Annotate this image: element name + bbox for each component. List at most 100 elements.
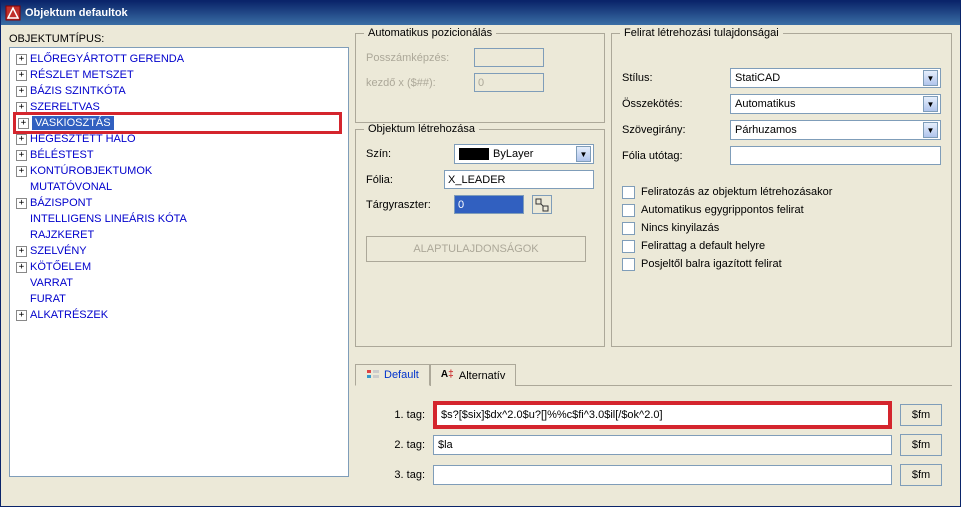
tree-item-label: VASKIOSZTÁS [32, 116, 114, 130]
tree-item[interactable]: MUTATÓVONAL [16, 179, 342, 195]
tag3-input[interactable] [433, 465, 892, 485]
group-annotation-props: Felirat létrehozási tulajdonságai Stílus… [611, 33, 952, 347]
tree-item[interactable]: +BÁZISPONT [16, 195, 342, 211]
tree-item[interactable]: INTELLIGENS LINEÁRIS KÓTA [16, 211, 342, 227]
tree-item-label: SZELVÉNY [30, 245, 87, 257]
chevron-down-icon: ▼ [576, 146, 591, 162]
tree-item-label: ELŐREGYÁRTOTT GERENDA [30, 53, 184, 65]
tab-strip: Default A‡ Alternatív [355, 363, 952, 386]
osnap-input[interactable] [454, 195, 524, 214]
layer-suffix-label: Fólia utótag: [622, 150, 722, 162]
tree-item-label: BÁZIS SZINTKÓTA [30, 85, 126, 97]
tree-item[interactable]: +RÉSZLET METSZET [16, 67, 342, 83]
window-title: Objektum defaultok [25, 7, 128, 19]
expand-icon[interactable]: + [16, 86, 27, 97]
properties-icon [366, 368, 380, 382]
expand-icon[interactable]: + [18, 118, 29, 129]
tree-item-label: BÁZISPONT [30, 197, 92, 209]
osnap-label: Tárgyraszter: [366, 199, 446, 211]
expand-icon[interactable]: + [16, 166, 27, 177]
tree-item-label: FURAT [30, 293, 66, 305]
expand-icon[interactable]: + [16, 150, 27, 161]
checkbox[interactable] [622, 186, 635, 199]
pos-format-label: Posszámképzés: [366, 52, 466, 64]
tree-item[interactable]: FURAT [16, 291, 342, 307]
layer-label: Fólia: [366, 174, 436, 186]
tree-item[interactable]: +ELŐREGYÁRTOTT GERENDA [16, 51, 342, 67]
tag1-input[interactable] [433, 401, 892, 429]
tree-item[interactable]: RAJZKERET [16, 227, 342, 243]
tree-item-label: INTELLIGENS LINEÁRIS KÓTA [30, 213, 187, 225]
tag1-fm-button[interactable]: $fm [900, 404, 942, 426]
text-icon: A‡ [441, 369, 455, 383]
tree-item[interactable]: +KONTÚROBJEKTUMOK [16, 163, 342, 179]
tree-item-label: BÉLÉSTEST [30, 149, 94, 161]
titlebar: Objektum defaultok [1, 1, 960, 25]
expand-icon[interactable]: + [16, 198, 27, 209]
checkbox-label: Posjeltől balra igazított felirat [641, 258, 782, 270]
text-direction-select[interactable]: Párhuzamos ▼ [730, 120, 941, 140]
tag-row-2: 2. tag: $fm [365, 434, 942, 456]
tree-item[interactable]: +BÉLÉSTEST [16, 147, 342, 163]
expand-icon[interactable]: + [16, 102, 27, 113]
tab-default[interactable]: Default [355, 364, 430, 386]
tree-item[interactable]: VARRAT [16, 275, 342, 291]
checkbox-label: Nincs kinyilazás [641, 222, 719, 234]
tree-item[interactable]: +ALKATRÉSZEK [16, 307, 342, 323]
connection-select[interactable]: Automatikus ▼ [730, 94, 941, 114]
layer-suffix-input[interactable] [730, 146, 941, 165]
expand-icon[interactable]: + [16, 246, 27, 257]
expand-icon[interactable]: + [16, 54, 27, 65]
tree-item[interactable]: +BÁZIS SZINTKÓTA [16, 83, 342, 99]
tag3-fm-button[interactable]: $fm [900, 464, 942, 486]
text-direction-label: Szövegirány: [622, 124, 722, 136]
start-x-label: kezdő x ($##): [366, 77, 466, 89]
tree-item-label: KONTÚROBJEKTUMOK [30, 165, 152, 177]
tag-row-3: 3. tag: $fm [365, 464, 942, 486]
tag1-label: 1. tag: [365, 409, 425, 421]
tag2-label: 2. tag: [365, 439, 425, 451]
checkbox[interactable] [622, 240, 635, 253]
defaults-button[interactable]: ALAPTULAJDONSÁGOK [366, 236, 586, 262]
checkbox[interactable] [622, 258, 635, 271]
connection-label: Összekötés: [622, 98, 722, 110]
expand-icon[interactable]: + [16, 70, 27, 81]
tree-item-label: ALKATRÉSZEK [30, 309, 108, 321]
tag-section: 1. tag: $fm 2. tag: $fm 3. tag: $fm [355, 390, 952, 496]
tree-item-label: RÉSZLET METSZET [30, 69, 134, 81]
tag2-fm-button[interactable]: $fm [900, 434, 942, 456]
chevron-down-icon: ▼ [923, 70, 938, 86]
object-type-tree[interactable]: +ELŐREGYÁRTOTT GERENDA+RÉSZLET METSZET+B… [9, 47, 349, 477]
tab-alternative[interactable]: A‡ Alternatív [430, 364, 516, 386]
group-object-create: Objektum létrehozása Szín: ByLayer ▼ Fól… [355, 129, 605, 347]
checkbox-row: Nincs kinyilazás [622, 219, 941, 237]
tag-row-1: 1. tag: $fm [365, 404, 942, 426]
expand-icon[interactable]: + [16, 134, 27, 145]
group-legend: Objektum létrehozása [364, 123, 479, 135]
tree-item-label: HEGESZTETT HÁLÓ [30, 133, 136, 145]
layer-input[interactable] [444, 170, 594, 189]
tag3-label: 3. tag: [365, 469, 425, 481]
start-x-input [474, 73, 544, 92]
tag2-input[interactable] [433, 435, 892, 455]
checkbox-label: Felirattag a default helyre [641, 240, 765, 252]
tree-item[interactable]: +VASKIOSZTÁS [13, 112, 342, 134]
checkbox[interactable] [622, 222, 635, 235]
style-label: Stílus: [622, 72, 722, 84]
checkbox-label: Automatikus egygrippontos felirat [641, 204, 804, 216]
checkbox[interactable] [622, 204, 635, 217]
expand-icon[interactable]: + [16, 262, 27, 273]
group-auto-position: Automatikus pozicionálás Posszámképzés: … [355, 33, 605, 123]
style-select[interactable]: StatiCAD ▼ [730, 68, 941, 88]
checkbox-row: Felirattag a default helyre [622, 237, 941, 255]
tree-item[interactable]: +KÖTŐELEM [16, 259, 342, 275]
group-legend: Felirat létrehozási tulajdonságai [620, 27, 783, 39]
tree-item[interactable]: +SZELVÉNY [16, 243, 342, 259]
osnap-picker-button[interactable] [532, 195, 552, 214]
pos-format-input [474, 48, 544, 67]
color-swatch [459, 148, 489, 160]
tree-item-label: MUTATÓVONAL [30, 181, 112, 193]
color-select[interactable]: ByLayer ▼ [454, 144, 594, 164]
expand-icon[interactable]: + [16, 310, 27, 321]
app-icon [5, 5, 21, 21]
